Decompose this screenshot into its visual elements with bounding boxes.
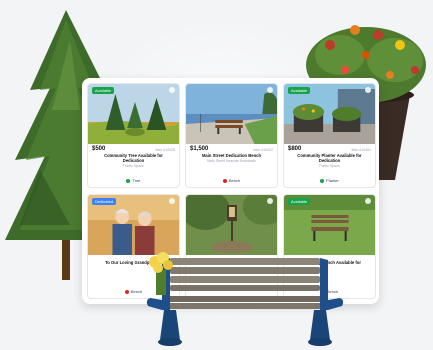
listing-location: Main Street Seaside Boardwalk bbox=[207, 159, 256, 163]
favorite-icon[interactable] bbox=[169, 87, 175, 93]
listing-price: $800 bbox=[288, 146, 302, 152]
listing-type-label: Tree bbox=[132, 178, 141, 183]
listing-price: $1,500 bbox=[190, 146, 209, 152]
favorite-icon[interactable] bbox=[267, 198, 273, 204]
status-badge: Dedicated bbox=[92, 198, 117, 205]
favorite-icon[interactable] bbox=[169, 198, 175, 204]
listing-card-tree[interactable]: Available $500 Item #10428 Community Tre… bbox=[87, 83, 180, 188]
listing-id: Item #10428 bbox=[155, 148, 175, 152]
planter-type-icon bbox=[320, 178, 325, 183]
listing-id: Item #10422 bbox=[253, 148, 273, 152]
listing-title[interactable]: Community Planter Available for Dedicati… bbox=[284, 152, 375, 163]
bench-type-icon bbox=[222, 178, 227, 183]
status-badge: Available bbox=[288, 198, 311, 205]
listing-image-boardwalk-bench bbox=[186, 84, 277, 144]
meta-row: $800 Item #10461 bbox=[284, 144, 375, 152]
listing-type-label: Bench bbox=[228, 178, 241, 183]
listing-type-label: Planter bbox=[326, 178, 339, 183]
marketing-scene: Available $500 Item #10428 Community Tre… bbox=[0, 0, 433, 350]
listing-image-planter: Available bbox=[284, 84, 375, 144]
status-badge: Available bbox=[92, 87, 115, 94]
favorite-icon[interactable] bbox=[365, 198, 371, 204]
listing-id: Item #10461 bbox=[351, 148, 371, 152]
tree-type-icon bbox=[126, 178, 131, 183]
meta-row: $500 Item #10428 bbox=[88, 144, 179, 152]
status-badge: Available bbox=[288, 87, 311, 94]
listing-location: Public Space bbox=[319, 164, 340, 168]
listing-card-main-street-bench[interactable]: $1,500 Item #10422 Main Street Dedicatio… bbox=[185, 83, 278, 188]
listing-type: Tree bbox=[88, 178, 179, 183]
listing-price: $500 bbox=[92, 146, 106, 152]
favorite-icon[interactable] bbox=[365, 87, 371, 93]
listing-location: Public Space bbox=[123, 164, 144, 168]
bench-type-icon bbox=[124, 289, 129, 294]
listing-card-planter[interactable]: Available $800 Item #10461 Community Pla… bbox=[283, 83, 376, 188]
favorite-icon[interactable] bbox=[267, 87, 273, 93]
listing-type: Planter bbox=[284, 178, 375, 183]
listing-title[interactable]: Community Tree Available for Dedication bbox=[88, 152, 179, 163]
meta-row: $1,500 Item #10422 bbox=[186, 144, 277, 152]
listing-type: Bench bbox=[186, 178, 277, 183]
park-bench-illustration bbox=[146, 252, 344, 346]
listing-image-tree: Available bbox=[88, 84, 179, 144]
listing-title-line1: Main Street Dedication Bench bbox=[201, 153, 262, 158]
